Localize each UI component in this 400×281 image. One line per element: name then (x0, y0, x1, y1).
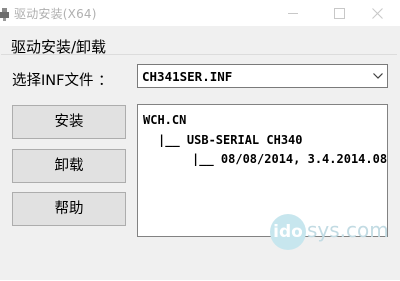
chevron-down-icon[interactable] (373, 73, 383, 79)
group-title: 驱动安装/卸载 (11, 38, 107, 56)
info-line-device: |__ USB-SERIAL CH340 (158, 133, 303, 147)
info-line-vendor: WCH.CN (143, 113, 187, 127)
minimize-button[interactable] (270, 0, 316, 26)
window-title: 驱动安装(X64) (14, 7, 97, 21)
title-bar[interactable]: 驱动安装(X64) (0, 0, 400, 26)
inf-file-value: CH341SER.INF (142, 69, 233, 84)
close-button[interactable] (355, 0, 400, 26)
install-button[interactable]: 安装 (12, 105, 126, 139)
close-icon (372, 8, 383, 19)
inf-file-select[interactable]: CH341SER.INF (137, 64, 388, 88)
inf-file-label: 选择INF文件 ： (12, 73, 113, 89)
info-line-version: |__ 08/08/2014, 3.4.2014.08 (192, 152, 388, 166)
help-button[interactable]: 帮助 (12, 192, 126, 226)
watermark-logo: ido (270, 214, 306, 250)
watermark-text: sys.com (307, 218, 389, 242)
usb-plug-icon (0, 6, 9, 21)
uninstall-button[interactable]: 卸载 (12, 149, 126, 183)
window-client-area: 驱动安装/卸载 选择INF文件 ： CH341SER.INF 安装 卸载 帮助 … (0, 26, 400, 280)
watermark-badge-text: ido (273, 222, 303, 242)
watermark: ido sys.com (270, 212, 398, 252)
